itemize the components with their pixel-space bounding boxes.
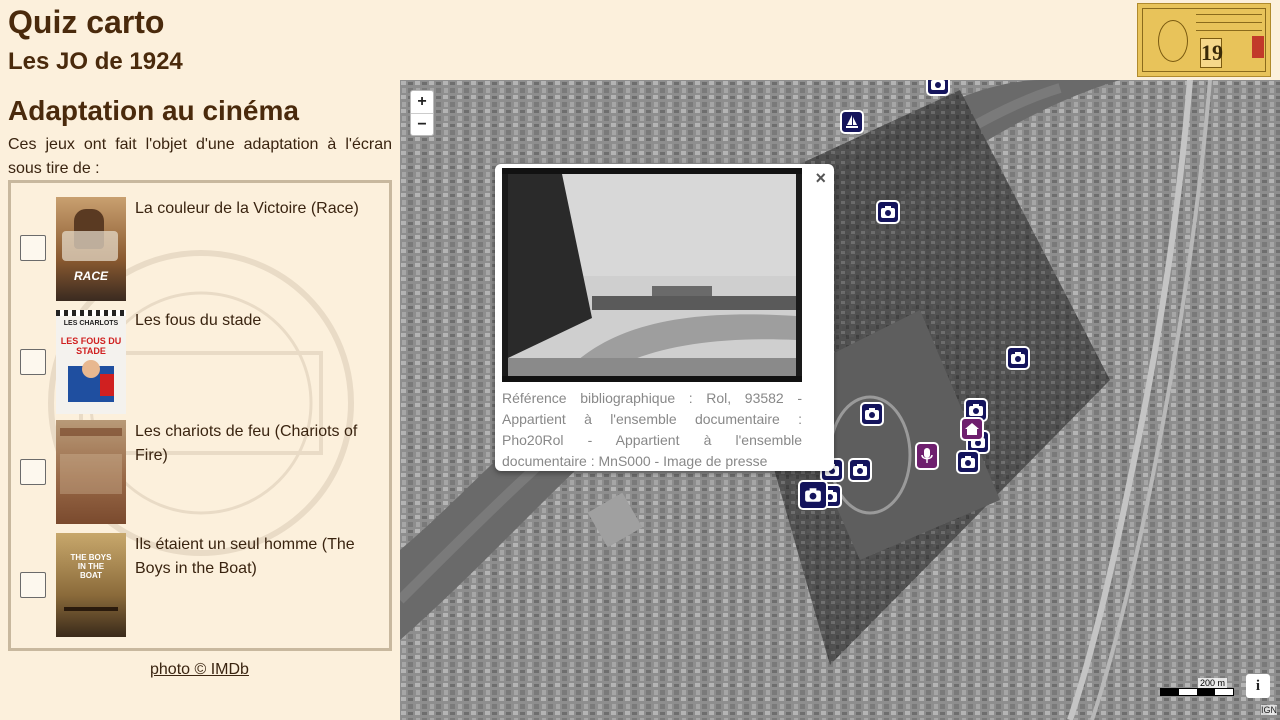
poster-boys-text: THE BOYS IN THE BOAT (70, 553, 112, 580)
poster-chariots-of-fire (56, 420, 126, 524)
answer-checkbox[interactable] (20, 349, 46, 375)
quiz-answers: RACE La couleur de la Victoire (Race) LE… (8, 180, 392, 651)
poster-race-text: RACE (73, 269, 108, 283)
zoom-in-button[interactable]: + (411, 91, 433, 113)
camera-marker-icon[interactable] (1006, 346, 1030, 370)
answer-checkbox[interactable] (20, 572, 46, 598)
camera-marker-icon[interactable] (926, 80, 950, 96)
sidebar-panel: Adaptation au cinéma Ces jeux ont fait l… (0, 80, 400, 720)
film-title: Les fous du stade (135, 312, 262, 329)
scale-bar (1160, 676, 1234, 696)
map-attribution: IGN (1260, 705, 1277, 715)
camera-marker-icon[interactable] (848, 458, 872, 482)
camera-marker-icon[interactable] (956, 450, 980, 474)
poster-fous-du-stade: LES CHARLOTS LES FOUS DU STADE (56, 310, 126, 414)
sailboat-marker-icon[interactable] (840, 110, 864, 134)
answer-checkbox[interactable] (20, 235, 46, 261)
home-marker-icon[interactable] (960, 417, 984, 441)
camera-marker-icon[interactable] (860, 402, 884, 426)
page-subtitle: Les JO de 1924 (8, 48, 183, 75)
section-title: Adaptation au cinéma (8, 95, 299, 126)
info-button[interactable]: i (1246, 674, 1270, 698)
microphone-marker-icon[interactable] (915, 442, 939, 470)
answer-checkbox[interactable] (20, 459, 46, 485)
zoom-control: + − (410, 90, 434, 136)
ticket-number: 19 (1200, 38, 1223, 68)
film-title: Ils étaient un seul homme (The Boys in t… (135, 536, 355, 577)
credit-link[interactable]: photo © IMDb (150, 661, 249, 679)
film-title: Les chariots de feu (Chariots of Fire) (135, 423, 358, 464)
intro-text: Ces jeux ont fait l'objet d'une adaptati… (8, 136, 392, 177)
poster-fous-top: LES CHARLOTS (63, 320, 119, 327)
zoom-out-button[interactable]: − (411, 113, 433, 135)
camera-marker-icon[interactable] (876, 200, 900, 224)
ticket-image: 19 (1137, 3, 1271, 77)
photo-popup: × Référence bibliographique : Rol, 93582… (495, 164, 834, 471)
popup-reference-text: Référence bibliographique : Rol, 93582 -… (502, 390, 802, 469)
popup-close-button[interactable]: × (815, 168, 826, 189)
film-title: La couleur de la Victoire (Race) (135, 200, 359, 217)
camera-marker-icon[interactable] (798, 480, 828, 510)
quiz-item[interactable]: Les chariots de feu (Chariots of Fire) (11, 419, 389, 525)
poster-boys-in-the-boat: THE BOYS IN THE BOAT (56, 533, 126, 637)
popup-photo[interactable] (502, 168, 802, 382)
poster-fous-text: LES FOUS DU STADE (60, 336, 122, 356)
poster-race: RACE (56, 197, 126, 301)
quiz-item[interactable]: THE BOYS IN THE BOAT Ils étaient un seul… (11, 532, 389, 638)
page-title: Quiz carto (8, 4, 165, 40)
map-view[interactable]: + − × Référence bibliographique: Rol, 9… (400, 80, 1280, 720)
quiz-item[interactable]: RACE La couleur de la Victoire (Race) (11, 194, 389, 301)
quiz-item[interactable]: LES CHARLOTS LES FOUS DU STADE Les fous … (11, 307, 389, 414)
